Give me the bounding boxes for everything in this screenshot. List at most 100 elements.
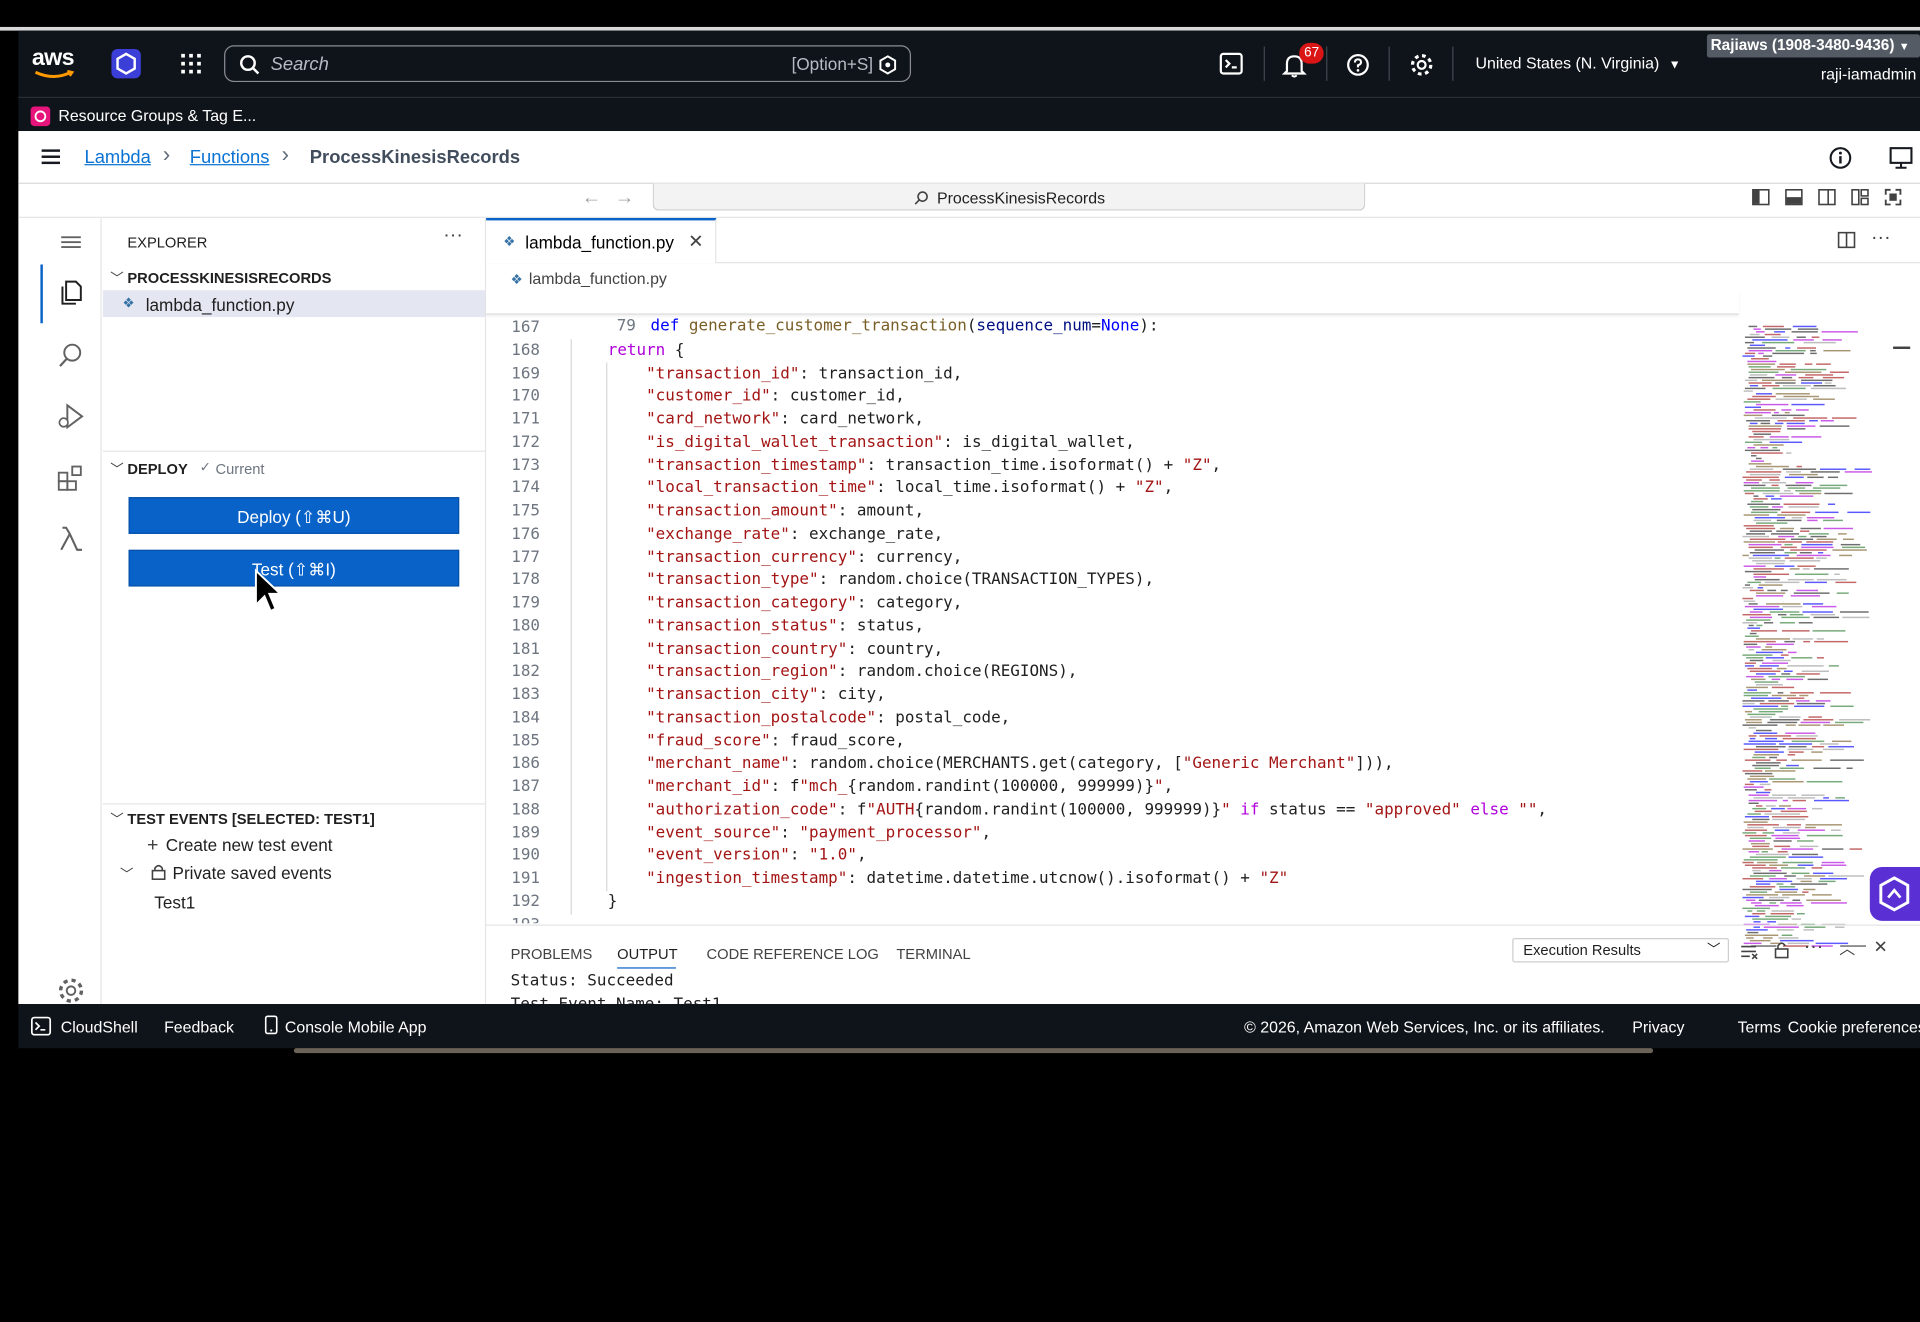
- saved-event-test1[interactable]: Test1: [154, 893, 195, 913]
- code-line[interactable]: 184 "transaction_postalcode": postal_cod…: [486, 706, 1010, 729]
- file-row-selected[interactable]: ❖ lambda_function.py: [102, 290, 485, 318]
- feedback-panel-icon[interactable]: [1888, 146, 1915, 177]
- cloudshell-icon[interactable]: [1218, 51, 1245, 75]
- extensions-icon[interactable]: [55, 462, 87, 494]
- forward-arrow-icon[interactable]: →: [615, 187, 635, 209]
- chevron-down-icon[interactable]: ﹀: [110, 268, 123, 288]
- more-actions-icon[interactable]: ···: [443, 225, 463, 247]
- region-selector[interactable]: United States (N. Virginia) ▼: [1476, 54, 1681, 72]
- chevron-down-icon[interactable]: ﹀: [110, 809, 123, 829]
- info-icon[interactable]: [1828, 146, 1852, 177]
- aws-logo[interactable]: aws: [32, 45, 76, 79]
- output-channel-select[interactable]: Execution Results ﹀: [1512, 937, 1729, 963]
- services-grid-icon[interactable]: [179, 51, 203, 75]
- settings-gear-icon[interactable]: [55, 975, 87, 1007]
- code-line[interactable]: 189 "event_source": "payment_processor",: [486, 821, 991, 844]
- lambda-icon[interactable]: [55, 523, 87, 555]
- create-test-event-item[interactable]: + Create new test event: [147, 835, 333, 857]
- sticky-scroll-line[interactable]: 79 def generate_customer_transaction(sequ…: [486, 290, 1739, 336]
- code-line[interactable]: 183 "transaction_city": city,: [486, 683, 886, 706]
- tab-code-reference-log[interactable]: CODE REFERENCE LOG: [707, 945, 879, 962]
- terms-link[interactable]: Terms: [1738, 1018, 1781, 1036]
- explorer-files-icon[interactable]: [55, 277, 87, 309]
- tab-terminal[interactable]: TERMINAL: [896, 945, 970, 962]
- code-line[interactable]: 174 "local_transaction_time": local_time…: [486, 477, 1173, 500]
- code-line[interactable]: 192 }: [486, 890, 617, 913]
- more-actions-icon[interactable]: ···: [1804, 937, 1824, 959]
- clear-output-icon[interactable]: [1739, 942, 1759, 968]
- global-search-input[interactable]: Search [Option+S]: [224, 45, 912, 83]
- maximize-panel-icon[interactable]: ︿: [1839, 936, 1855, 959]
- code-line[interactable]: 170 "customer_id": customer_id,: [486, 385, 905, 408]
- code-line[interactable]: 185 "fraud_score": fraud_score,: [486, 729, 905, 752]
- hamburger-menu-icon[interactable]: [40, 147, 62, 167]
- back-arrow-icon[interactable]: ←: [582, 187, 602, 209]
- code-text: "transaction_city": city,: [646, 685, 886, 705]
- menu-lines-icon[interactable]: [55, 230, 87, 262]
- deploy-button[interactable]: Deploy (⇧⌘U): [128, 497, 460, 534]
- code-line[interactable]: 182 "transaction_region": random.choice(…: [486, 660, 1077, 683]
- test-button[interactable]: Test (⇧⌘I): [128, 549, 460, 587]
- run-debug-icon[interactable]: [55, 400, 87, 432]
- search-icon[interactable]: [55, 339, 87, 371]
- code-line[interactable]: 181 "transaction_country": country,: [486, 637, 943, 660]
- folder-name[interactable]: PROCESSKINESISRECORDS: [127, 269, 331, 286]
- private-saved-events-item[interactable]: ﹀ Private saved events: [120, 863, 332, 884]
- minimap-mark: [1742, 705, 1779, 708]
- tab-lambda-function[interactable]: ❖ lambda_function.py ✕: [486, 217, 717, 264]
- lock-scroll-icon[interactable]: [1772, 940, 1792, 966]
- cookie-preferences-link[interactable]: Cookie preferences: [1788, 1018, 1920, 1036]
- code-line[interactable]: 186 "merchant_name": random.choice(MERCH…: [486, 752, 1393, 775]
- toggle-primary-sidebar-icon[interactable]: [1751, 187, 1771, 213]
- code-line[interactable]: 180 "transaction_status": status,: [486, 614, 924, 637]
- code-line[interactable]: 188 "authorization_code": f"AUTH{random.…: [486, 798, 1547, 821]
- cloudshell-footer-link[interactable]: CloudShell: [30, 1016, 138, 1036]
- command-center-search[interactable]: ProcessKinesisRecords: [652, 183, 1366, 211]
- toggle-secondary-sidebar-icon[interactable]: [1817, 187, 1837, 213]
- settings-gear-icon[interactable]: [1408, 51, 1435, 78]
- code-line[interactable]: 178 "transaction_type": random.choice(TR…: [486, 568, 1154, 591]
- help-icon[interactable]: [1345, 51, 1372, 78]
- minimap[interactable]: [1740, 323, 1875, 950]
- breadcrumb-lambda-link[interactable]: Lambda: [84, 147, 150, 168]
- service-shortcut-icon[interactable]: [111, 48, 141, 79]
- code-line[interactable]: 171 "card_network": card_network,: [486, 408, 924, 431]
- code-line[interactable]: 179 "transaction_category": category,: [486, 591, 962, 614]
- mobile-app-link[interactable]: Console Mobile App: [264, 1015, 426, 1036]
- deploy-section-title[interactable]: DEPLOY: [127, 460, 187, 477]
- close-panel-icon[interactable]: ✕: [1873, 937, 1887, 958]
- minimap-mark: [1788, 745, 1807, 748]
- code-line[interactable]: 176 "exchange_rate": exchange_rate,: [486, 523, 943, 546]
- favorite-resource-groups[interactable]: Resource Groups & Tag E...: [30, 105, 256, 126]
- code-line[interactable]: 187 "merchant_id": f"mch_{random.randint…: [486, 775, 1173, 798]
- feedback-link[interactable]: Feedback: [164, 1018, 234, 1036]
- code-line[interactable]: 167: [486, 316, 569, 339]
- minimap-mark: [1765, 495, 1775, 497]
- amazon-q-icon[interactable]: [878, 55, 898, 75]
- code-line[interactable]: 168 return {: [486, 339, 684, 362]
- privacy-link[interactable]: Privacy: [1632, 1018, 1684, 1036]
- code-line[interactable]: 175 "transaction_amount": amount,: [486, 500, 924, 523]
- code-line[interactable]: 190 "event_version": "1.0",: [486, 844, 866, 867]
- breadcrumb-functions-link[interactable]: Functions: [190, 147, 270, 168]
- test-events-title[interactable]: TEST EVENTS [SELECTED: TEST1]: [127, 811, 374, 828]
- minimap-mark: [1811, 902, 1847, 904]
- close-icon[interactable]: ✕: [688, 230, 703, 252]
- tab-problems[interactable]: PROBLEMS: [511, 945, 593, 962]
- more-actions-icon[interactable]: ···: [1871, 228, 1891, 250]
- chevron-down-icon[interactable]: ﹀: [110, 459, 123, 479]
- code-line[interactable]: 173 "transaction_timestamp": transaction…: [486, 454, 1221, 477]
- amazon-q-chat-bubble[interactable]: [1869, 866, 1920, 921]
- split-editor-icon[interactable]: [1837, 230, 1857, 256]
- code-area[interactable]: 79 def generate_customer_transaction(sequ…: [486, 263, 1739, 924]
- code-line[interactable]: 172 "is_digital_wallet_transaction": is_…: [486, 431, 1135, 454]
- code-line[interactable]: 169 "transaction_id": transaction_id,: [486, 362, 962, 385]
- code-line[interactable]: 177 "transaction_currency": currency,: [486, 546, 962, 569]
- minimap-mark: [1793, 417, 1828, 419]
- customize-layout-icon[interactable]: [1850, 187, 1870, 213]
- maximize-icon[interactable]: [1883, 187, 1903, 213]
- scrollbar-marker[interactable]: [1893, 346, 1911, 349]
- toggle-panel-icon[interactable]: [1784, 187, 1804, 213]
- account-menu[interactable]: Rajiaws (1908-3480-9436) ▼: [1706, 34, 1920, 58]
- tab-output[interactable]: OUTPUT: [617, 945, 677, 962]
